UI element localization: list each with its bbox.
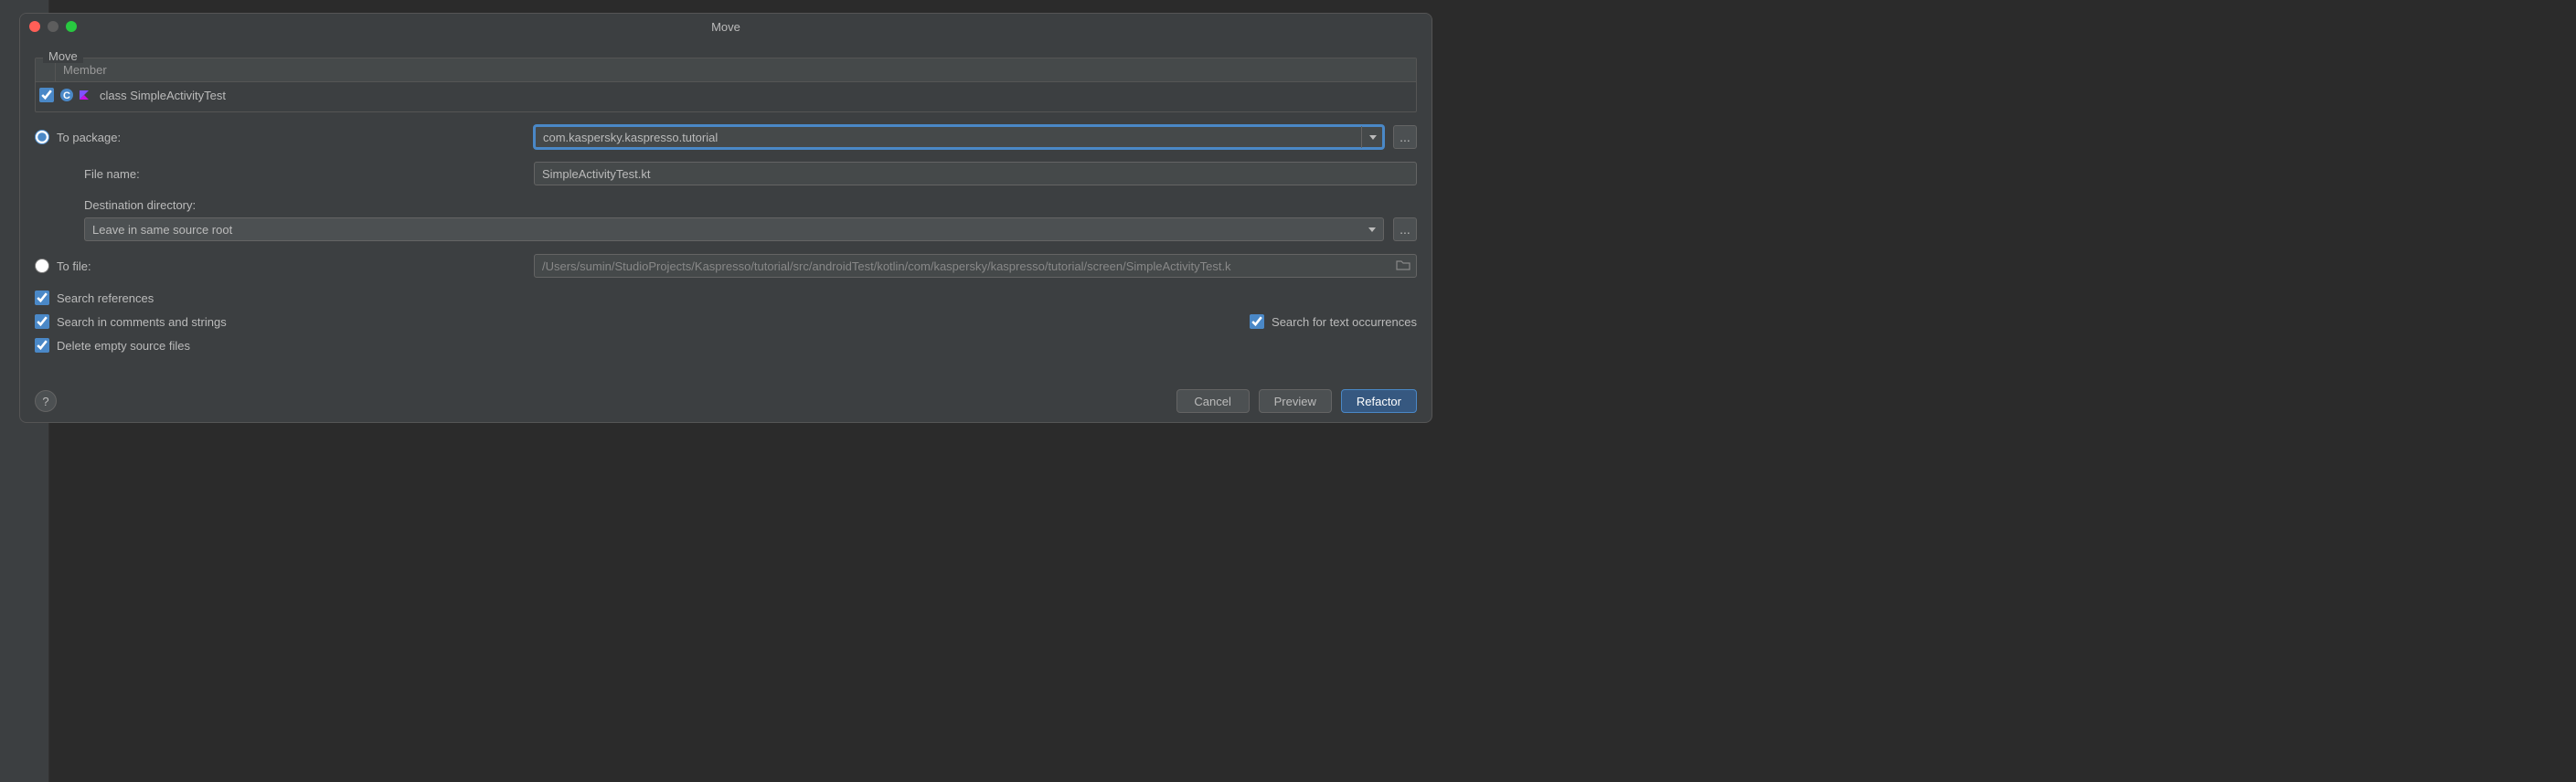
window-controls bbox=[29, 21, 77, 32]
dest-dir-label: Destination directory: bbox=[84, 198, 1417, 212]
file-name-label: File name: bbox=[84, 167, 140, 181]
chevron-down-icon bbox=[1369, 135, 1377, 140]
fieldset-legend: Move bbox=[43, 49, 83, 63]
delete-empty-checkbox[interactable] bbox=[35, 338, 49, 353]
to-file-input[interactable]: /Users/sumin/StudioProjects/Kaspresso/tu… bbox=[534, 254, 1417, 278]
class-icon: C bbox=[59, 88, 74, 102]
to-file-path: /Users/sumin/StudioProjects/Kaspresso/tu… bbox=[542, 259, 1390, 273]
svg-text:C: C bbox=[63, 90, 70, 101]
delete-empty-label: Delete empty source files bbox=[57, 339, 190, 353]
chevron-down-icon bbox=[1368, 227, 1376, 232]
dialog-title: Move bbox=[711, 20, 740, 34]
dest-dir-select[interactable]: Leave in same source root bbox=[84, 217, 1384, 241]
move-dialog: Move Move Member C bbox=[19, 13, 1432, 423]
titlebar: Move bbox=[20, 14, 1432, 39]
member-row[interactable]: C class SimpleActivityTest bbox=[36, 82, 1416, 108]
to-package-input[interactable] bbox=[534, 125, 1384, 149]
search-references-checkbox[interactable] bbox=[35, 291, 49, 305]
search-text-label: Search for text occurrences bbox=[1272, 315, 1417, 329]
dest-dir-value: Leave in same source root bbox=[92, 223, 232, 237]
minimize-icon[interactable] bbox=[48, 21, 59, 32]
refactor-button[interactable]: Refactor bbox=[1341, 389, 1417, 413]
maximize-icon[interactable] bbox=[66, 21, 77, 32]
to-package-radio[interactable] bbox=[35, 130, 49, 144]
search-comments-checkbox[interactable] bbox=[35, 314, 49, 329]
member-text: class SimpleActivityTest bbox=[100, 89, 226, 102]
search-text-checkbox[interactable] bbox=[1250, 314, 1264, 329]
move-fieldset: Move Member C bbox=[35, 58, 1417, 112]
to-file-radio[interactable] bbox=[35, 259, 49, 273]
to-package-label: To package: bbox=[57, 131, 121, 144]
member-table-header: Member bbox=[36, 58, 1416, 82]
search-references-label: Search references bbox=[57, 291, 154, 305]
kotlin-icon bbox=[78, 89, 90, 101]
member-header-label: Member bbox=[56, 63, 107, 77]
help-button[interactable]: ? bbox=[35, 390, 57, 412]
search-comments-label: Search in comments and strings bbox=[57, 315, 227, 329]
to-package-browse-button[interactable]: ... bbox=[1393, 125, 1417, 149]
dest-dir-browse-button[interactable]: ... bbox=[1393, 217, 1417, 241]
member-checkbox[interactable] bbox=[39, 88, 54, 102]
file-name-input[interactable] bbox=[534, 162, 1417, 185]
folder-icon[interactable] bbox=[1396, 259, 1410, 274]
cancel-button[interactable]: Cancel bbox=[1176, 389, 1250, 413]
close-icon[interactable] bbox=[29, 21, 40, 32]
to-file-label: To file: bbox=[57, 259, 91, 273]
to-package-dropdown[interactable] bbox=[1361, 126, 1383, 148]
preview-button[interactable]: Preview bbox=[1259, 389, 1332, 413]
